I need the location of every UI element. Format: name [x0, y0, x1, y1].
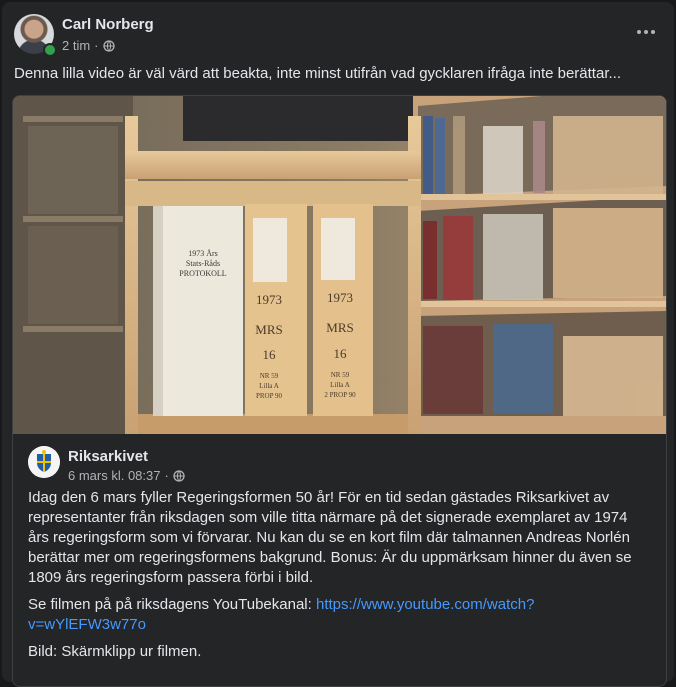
riksarkivet-crest-icon	[28, 446, 60, 478]
volume1-line3: PROTOKOLL	[179, 269, 227, 278]
post-time[interactable]: 2 tim	[62, 38, 90, 53]
shared-post-meta: 6 mars kl. 08:37 ·	[68, 468, 185, 483]
online-status-dot	[43, 43, 57, 57]
volume2-mrs: MRS	[255, 322, 282, 337]
volume2-prop: PROP 90	[256, 392, 283, 400]
volume3-mrs: MRS	[326, 320, 353, 335]
volume1-line1: 1973 Års	[188, 249, 218, 258]
volume3-num: 16	[334, 346, 348, 361]
globe-icon[interactable]	[173, 469, 185, 482]
volume1-line2: Stats-Råds	[186, 259, 220, 268]
shared-post-header: Riksarkivet 6 mars kl. 08:37 ·	[28, 446, 648, 486]
more-horizontal-icon	[637, 30, 641, 34]
more-dot	[644, 30, 648, 34]
post-card: Carl Norberg 2 tim · Denna lilla video ä…	[2, 2, 674, 687]
volume3-year: 1973	[327, 290, 353, 305]
shared-post-time[interactable]: 6 mars kl. 08:37	[68, 468, 161, 483]
archive-shelf-image: 1973 Års Stats-Råds PROTOKOLL 1973 MRS 1…	[13, 96, 666, 434]
more-dot	[651, 30, 655, 34]
volume2-year: 1973	[256, 292, 282, 307]
riksarkivet-avatar[interactable]	[28, 446, 60, 478]
volume3-prop: 2 PROP 90	[324, 391, 356, 399]
shared-paragraph-2-prefix: Se filmen på på riksdagens YouTubekanal:	[28, 596, 316, 613]
post-header: Carl Norberg 2 tim ·	[14, 14, 664, 58]
shared-author-name[interactable]: Riksarkivet	[68, 448, 148, 465]
shared-paragraph-3: Bild: Skärmklipp ur filmen.	[28, 643, 202, 660]
volume3-nr: NR 59	[331, 371, 350, 379]
author-name[interactable]: Carl Norberg	[62, 16, 154, 33]
volume3-lilla: Lilla A	[330, 381, 350, 389]
volume2-num: 16	[263, 347, 277, 362]
meta-separator: ·	[164, 468, 169, 483]
post-text: Denna lilla video är väl värd att beakta…	[14, 65, 621, 82]
shared-paragraph-1: Idag den 6 mars fyller Regeringsformen 5…	[28, 489, 632, 586]
more-options-button[interactable]	[630, 20, 662, 44]
meta-separator: ·	[94, 38, 99, 53]
shared-paragraph-2: Se filmen på på riksdagens YouTubekanal:…	[28, 595, 648, 635]
shared-post-image[interactable]: 1973 Års Stats-Råds PROTOKOLL 1973 MRS 1…	[13, 96, 666, 434]
post-meta: 2 tim ·	[62, 38, 115, 53]
shared-post-text: Idag den 6 mars fyller Regeringsformen 5…	[28, 488, 648, 669]
volume2-lilla: Lilla A	[259, 382, 279, 390]
globe-icon[interactable]	[102, 39, 115, 52]
volume2-nr: NR 59	[260, 372, 279, 380]
shared-post[interactable]: 1973 Års Stats-Råds PROTOKOLL 1973 MRS 1…	[12, 95, 667, 687]
